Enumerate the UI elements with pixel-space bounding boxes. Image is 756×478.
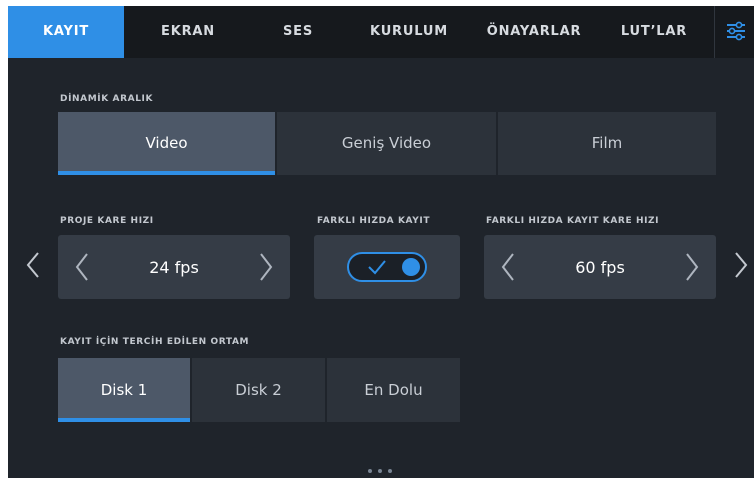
project-frame-rate-label: PROJE KARE HIZI bbox=[60, 216, 154, 226]
chevron-left-icon[interactable] bbox=[500, 252, 516, 282]
dynamic-range-extended-video[interactable]: Geniş Video bbox=[277, 112, 496, 175]
off-speed-frame-rate-control: 60 fps bbox=[484, 235, 716, 299]
page-dot[interactable] bbox=[378, 469, 382, 473]
dynamic-range-video[interactable]: Video bbox=[58, 112, 275, 175]
tab-onayarlar[interactable]: ÖNAYARLAR bbox=[474, 6, 594, 58]
chevron-left-icon[interactable] bbox=[74, 252, 90, 282]
dynamic-range-film[interactable]: Film bbox=[498, 112, 716, 175]
off-speed-toggle[interactable] bbox=[347, 252, 427, 282]
selected-underline bbox=[58, 418, 190, 422]
tab-kayit[interactable]: KAYIT bbox=[8, 6, 124, 58]
project-frame-rate-control: 24 fps bbox=[58, 235, 290, 299]
menu-button[interactable] bbox=[714, 6, 754, 58]
tab-kurulum[interactable]: KURULUM bbox=[344, 6, 474, 58]
sliders-icon bbox=[727, 21, 745, 41]
off-speed-card bbox=[314, 235, 460, 299]
media-fullest-label: En Dolu bbox=[364, 381, 423, 399]
off-speed-frame-rate-value: 60 fps bbox=[575, 257, 625, 277]
dynamic-range-label: DİNAMİK ARALIK bbox=[60, 94, 154, 104]
tab-ekran[interactable]: EKRAN bbox=[124, 6, 252, 58]
media-fullest[interactable]: En Dolu bbox=[327, 358, 460, 422]
off-speed-label: FARKLI HIZDA KAYIT bbox=[317, 216, 431, 226]
next-page-arrow-icon[interactable] bbox=[734, 251, 748, 279]
media-disk1-label: Disk 1 bbox=[100, 381, 148, 399]
tab-luts[interactable]: LUT’LAR bbox=[594, 6, 714, 58]
tab-ses[interactable]: SES bbox=[252, 6, 344, 58]
page-indicator bbox=[368, 458, 398, 477]
media-disk2-label: Disk 2 bbox=[235, 381, 282, 399]
dynamic-range-video-label: Video bbox=[145, 134, 188, 152]
off-speed-frame-rate-label: FARKLI HIZDA KAYIT KARE HIZI bbox=[486, 216, 660, 226]
dynamic-range-film-label: Film bbox=[591, 134, 623, 152]
page-dot[interactable] bbox=[388, 469, 392, 473]
recording-settings-screen: KAYIT EKRAN SES KURULUM ÖNAYARLAR LUT’LA… bbox=[8, 6, 754, 478]
preferred-media-label: KAYIT İÇİN TERCİH EDİLEN ORTAM bbox=[60, 337, 250, 347]
project-frame-rate-value: 24 fps bbox=[149, 257, 199, 277]
previous-page-arrow-icon[interactable] bbox=[26, 251, 40, 279]
dynamic-range-extended-video-label: Geniş Video bbox=[341, 134, 432, 152]
tab-bar: KAYIT EKRAN SES KURULUM ÖNAYARLAR LUT’LA… bbox=[8, 6, 754, 58]
selected-underline bbox=[58, 171, 275, 175]
media-disk2[interactable]: Disk 2 bbox=[192, 358, 325, 422]
media-disk1[interactable]: Disk 1 bbox=[58, 358, 190, 422]
page-dot[interactable] bbox=[368, 469, 372, 473]
chevron-right-icon[interactable] bbox=[258, 252, 274, 282]
chevron-right-icon[interactable] bbox=[684, 252, 700, 282]
